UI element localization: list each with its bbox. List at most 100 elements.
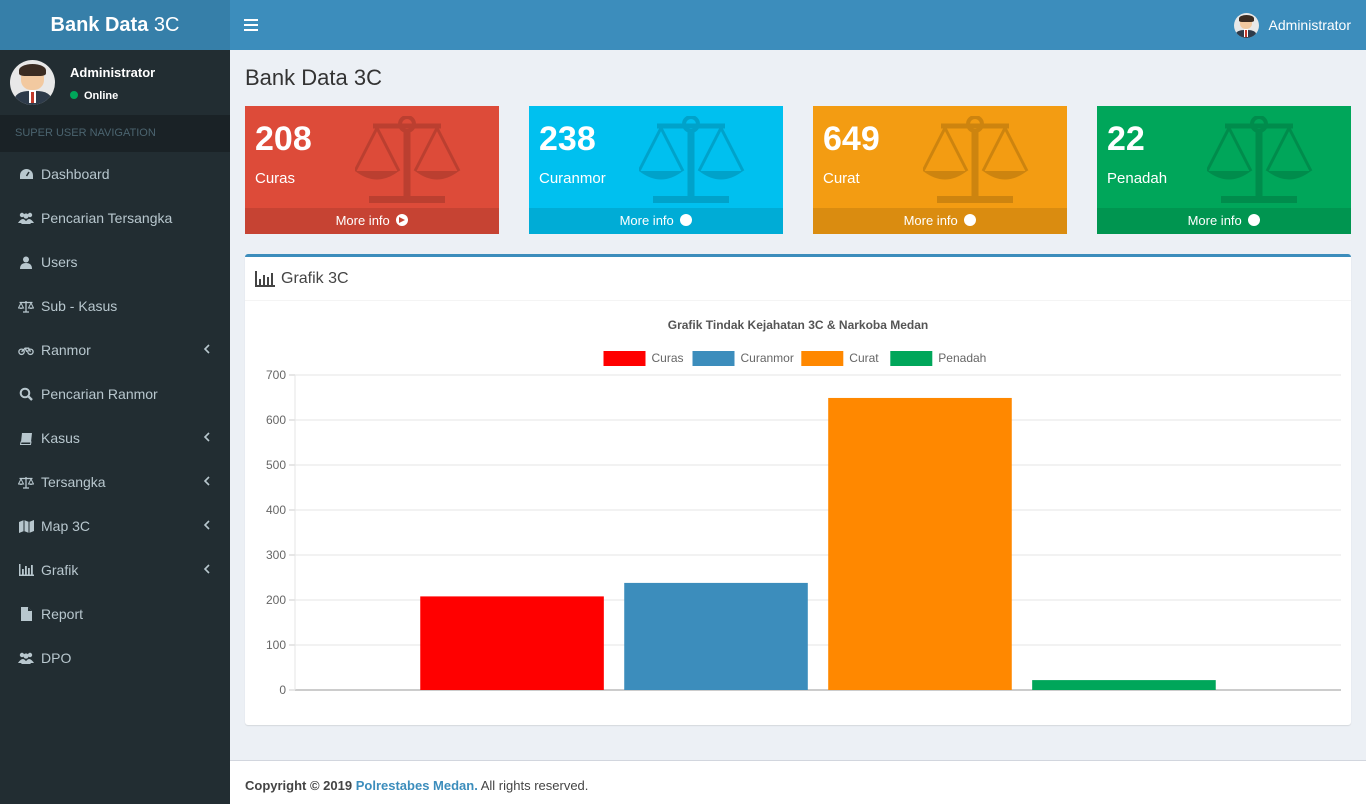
rights-text: All rights reserved. xyxy=(480,778,589,793)
bar-curat[interactable] xyxy=(828,397,1012,690)
legend-label[interactable]: Curat xyxy=(849,351,879,365)
sidebar-item-label: Map 3C xyxy=(41,518,91,534)
motorcycle-icon xyxy=(18,342,34,358)
bar-curanmor[interactable] xyxy=(624,582,808,690)
legend-swatch[interactable] xyxy=(603,351,646,366)
chevron-left-icon xyxy=(203,475,210,489)
stat-value: 649 xyxy=(823,120,880,158)
sidebar-item-label: Report xyxy=(41,606,84,622)
page-footer: Copyright © 2019 Polrestabes Medan. All … xyxy=(230,760,1366,804)
sidebar-item-tersangka[interactable]: Tersangka xyxy=(0,460,230,504)
chevron-left-icon xyxy=(203,343,210,357)
chevron-left-icon xyxy=(203,519,210,533)
sidebar-toggle-icon[interactable] xyxy=(244,17,258,33)
y-tick-label: 300 xyxy=(266,548,286,562)
sidebar-item-label: Tersangka xyxy=(41,474,106,490)
legend-label[interactable]: Curanmor xyxy=(741,351,794,365)
user-menu[interactable]: Administrator xyxy=(1233,0,1351,50)
avatar xyxy=(1233,12,1259,38)
more-info-link[interactable]: More info xyxy=(245,208,499,234)
legend-swatch[interactable] xyxy=(890,351,933,366)
sidebar-item-grafik[interactable]: Grafik xyxy=(0,548,230,592)
more-info-label: More info xyxy=(1187,213,1242,228)
users-icon xyxy=(18,650,34,666)
stat-label: Curas xyxy=(255,170,296,187)
y-tick-label: 0 xyxy=(279,683,286,697)
arrow-circle-right-icon xyxy=(680,214,693,226)
balance-scale-icon xyxy=(637,115,769,206)
top-navbar: Administrator xyxy=(230,0,1366,50)
bar-penadah[interactable] xyxy=(1032,680,1216,690)
bar-chart-icon xyxy=(255,270,275,287)
chart-box-title: Grafik 3C xyxy=(281,269,349,287)
more-info-label: More info xyxy=(619,213,674,228)
stat-label: Curanmor xyxy=(539,170,606,187)
stat-label: Penadah xyxy=(1107,170,1168,187)
sidebar-item-label: DPO xyxy=(41,650,72,666)
users-icon xyxy=(18,210,34,226)
chart-box-header: Grafik 3C xyxy=(245,257,1351,301)
bar-chart: Grafik Tindak Kejahatan 3C & Narkoba Med… xyxy=(266,318,1341,697)
stat-value: 22 xyxy=(1107,120,1145,158)
balance-scale-icon xyxy=(18,474,34,490)
sidebar: Administrator Online SUPER USER NAVIGATI… xyxy=(0,50,230,804)
sidebar-item-dpo[interactable]: DPO xyxy=(0,636,230,680)
user-status: Online xyxy=(70,90,118,102)
y-tick-label: 600 xyxy=(266,413,286,427)
chevron-left-icon xyxy=(203,563,210,577)
y-tick-label: 200 xyxy=(266,593,286,607)
stat-value: 238 xyxy=(539,120,596,158)
sidebar-item-pencarian-tersangka[interactable]: Pencarian Tersangka xyxy=(0,196,230,240)
app-logo[interactable]: Bank Data 3C xyxy=(0,0,230,50)
sidebar-item-report[interactable]: Report xyxy=(0,592,230,636)
sidebar-item-label: Grafik xyxy=(41,562,79,578)
legend-label[interactable]: Curas xyxy=(652,351,684,365)
user-menu-name: Administrator xyxy=(1268,17,1351,33)
sidebar-item-label: Kasus xyxy=(41,430,80,446)
more-info-link[interactable]: More info xyxy=(813,208,1067,234)
sidebar-item-ranmor[interactable]: Ranmor xyxy=(0,328,230,372)
bar-chart-icon xyxy=(18,562,34,578)
bar-curas[interactable] xyxy=(420,596,604,690)
sidebar-item-map-3c[interactable]: Map 3C xyxy=(0,504,230,548)
org-link[interactable]: Polrestabes Medan. xyxy=(356,778,478,793)
stat-label: Curat xyxy=(823,170,860,187)
more-info-link[interactable]: More info xyxy=(529,208,783,234)
arrow-circle-right-icon xyxy=(396,214,409,226)
sidebar-item-dashboard[interactable]: Dashboard xyxy=(0,152,230,196)
y-tick-label: 100 xyxy=(266,638,286,652)
y-tick-label: 400 xyxy=(266,503,286,517)
legend-label[interactable]: Penadah xyxy=(938,351,986,365)
copyright-text: Copyright © 2019 xyxy=(245,778,353,793)
legend-swatch[interactable] xyxy=(692,351,735,366)
sidebar-menu: Dashboard Pencarian Tersangka Users Sub - K… xyxy=(0,152,230,680)
search-icon xyxy=(18,386,34,402)
arrow-circle-right-icon xyxy=(1248,214,1261,226)
dashboard-icon xyxy=(18,166,34,182)
balance-scale-icon xyxy=(1205,115,1337,206)
sidebar-item-kasus[interactable]: Kasus xyxy=(0,416,230,460)
sidebar-item-pencarian-ranmor[interactable]: Pencarian Ranmor xyxy=(0,372,230,416)
map-icon xyxy=(18,518,34,534)
sidebar-item-label: Ranmor xyxy=(41,342,91,358)
stat-box-curanmor: 238 Curanmor More info xyxy=(529,106,783,234)
more-info-link[interactable]: More info xyxy=(1097,208,1351,234)
legend-swatch[interactable] xyxy=(801,351,844,366)
sidebar-item-users[interactable]: Users xyxy=(0,240,230,284)
sidebar-item-sub-kasus[interactable]: Sub - Kasus xyxy=(0,284,230,328)
book-icon xyxy=(18,430,34,446)
user-panel-name: Administrator xyxy=(70,65,156,80)
more-info-label: More info xyxy=(903,213,958,228)
balance-scale-icon xyxy=(353,115,485,206)
avatar xyxy=(10,60,55,105)
logo-light-text: 3C xyxy=(153,14,180,36)
logo-bold-text: Bank Data xyxy=(50,14,149,36)
sidebar-item-label: Dashboard xyxy=(41,166,110,182)
sidebar-item-label: Pencarian Ranmor xyxy=(41,386,158,402)
sidebar-item-label: Sub - Kasus xyxy=(41,298,118,314)
balance-scale-icon xyxy=(18,298,34,314)
stat-box-penadah: 22 Penadah More info xyxy=(1097,106,1351,234)
sidebar-item-label: Users xyxy=(41,254,78,270)
sidebar-item-label: Pencarian Tersangka xyxy=(41,210,173,226)
stat-value: 208 xyxy=(255,120,312,158)
